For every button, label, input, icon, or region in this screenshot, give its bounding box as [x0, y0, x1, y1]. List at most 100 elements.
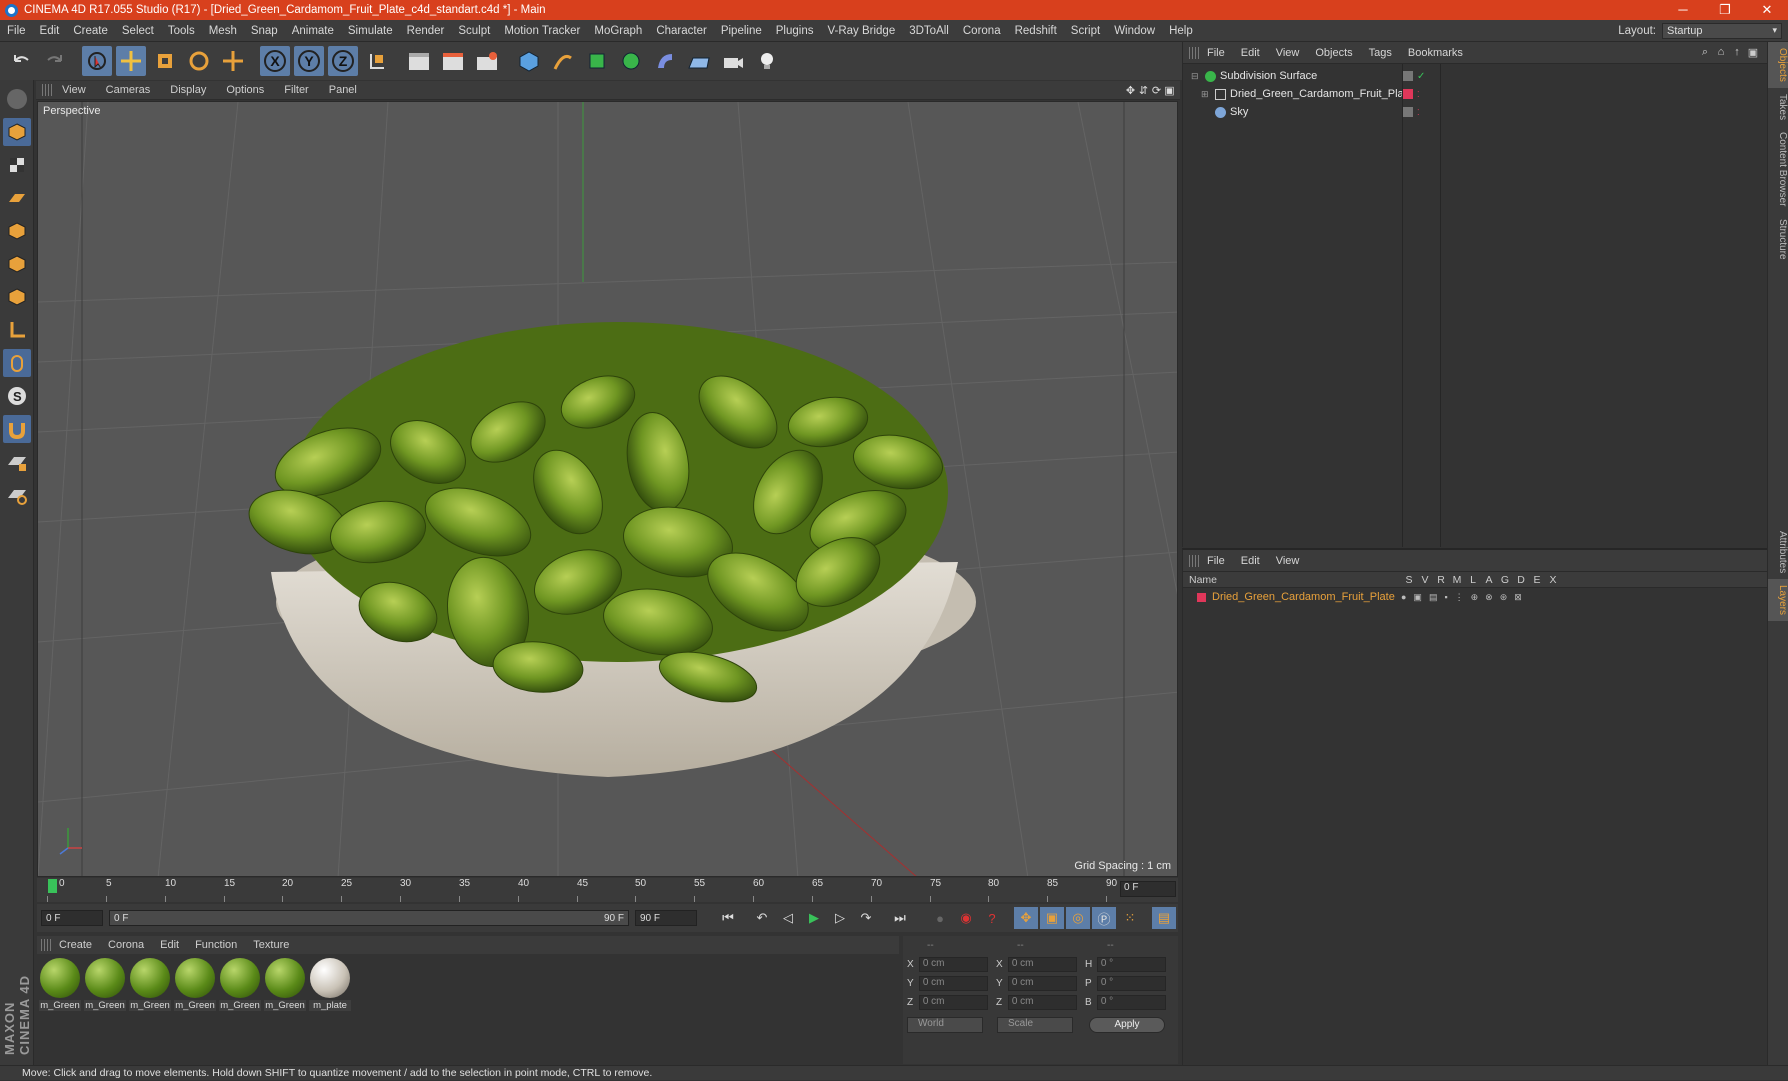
menu-render[interactable]: Render	[400, 25, 452, 37]
pos-z-field[interactable]: 0 cm	[918, 995, 988, 1010]
layout-dropdown[interactable]: Startup ▾	[1662, 22, 1782, 39]
material-swatch[interactable]: m_Green	[129, 958, 171, 1062]
tab-content-browser[interactable]: Content Browser	[1768, 126, 1788, 212]
layer-menu-edit[interactable]: Edit	[1233, 555, 1268, 567]
viewport-menu-options[interactable]: Options	[216, 84, 274, 96]
object-row[interactable]: ⊟ Subdivision Surface ✓	[1183, 67, 1767, 85]
add-array-button[interactable]	[616, 46, 646, 76]
add-spline-button[interactable]	[548, 46, 578, 76]
key-pla-button[interactable]: ⁙	[1118, 907, 1142, 929]
menu-window[interactable]: Window	[1107, 25, 1162, 37]
size-mode-dropdown[interactable]: Scale	[997, 1017, 1073, 1033]
layer-color-icon[interactable]	[1197, 592, 1206, 602]
locked-workplane-button[interactable]	[3, 448, 31, 476]
texture-mode-button[interactable]	[3, 151, 31, 179]
menu-mograph[interactable]: MoGraph	[587, 25, 649, 37]
object-row[interactable]: Sky ⁚	[1183, 103, 1767, 121]
layer-swatch-icon[interactable]	[1403, 107, 1413, 117]
size-z-field[interactable]: 0 cm	[1007, 995, 1077, 1010]
material-swatch[interactable]: m_Green	[174, 958, 216, 1062]
tab-takes[interactable]: Takes	[1768, 88, 1788, 126]
viewport-menu-panel[interactable]: Panel	[319, 84, 367, 96]
menu-sculpt[interactable]: Sculpt	[451, 25, 497, 37]
key-parameter-button[interactable]: Ⓟ	[1092, 907, 1116, 929]
layer-menu-file[interactable]: File	[1199, 555, 1233, 567]
redo-button[interactable]	[40, 46, 70, 76]
live-selection-button[interactable]	[82, 46, 112, 76]
frame-range-slider[interactable]: 0 F 90 F	[109, 910, 629, 926]
material-swatch[interactable]: m_Green	[264, 958, 306, 1062]
material-menu-create[interactable]: Create	[51, 939, 100, 951]
menu-create[interactable]: Create	[66, 25, 115, 37]
playhead[interactable]	[48, 879, 57, 893]
next-frame-button[interactable]: ▷	[828, 907, 852, 929]
material-menu-texture[interactable]: Texture	[245, 939, 297, 951]
close-button[interactable]: ✕	[1746, 2, 1788, 18]
menu-3dtoall[interactable]: 3DToAll	[902, 25, 956, 37]
render-to-picture-viewer-button[interactable]	[438, 46, 468, 76]
play-button[interactable]: ▶	[802, 907, 826, 929]
current-frame-field[interactable]: 0 F	[1120, 881, 1176, 897]
viewport-menu-cameras[interactable]: Cameras	[96, 84, 161, 96]
menu-plugins[interactable]: Plugins	[769, 25, 821, 37]
add-camera-button[interactable]	[718, 46, 748, 76]
coordinate-space-dropdown[interactable]: World	[907, 1017, 983, 1033]
pos-y-field[interactable]: 0 cm	[918, 976, 988, 991]
menu-script[interactable]: Script	[1064, 25, 1107, 37]
planar-workplane-button[interactable]	[3, 481, 31, 509]
object-menu-bookmarks[interactable]: Bookmarks	[1400, 47, 1471, 59]
menu-animate[interactable]: Animate	[285, 25, 341, 37]
make-editable-button[interactable]	[3, 85, 31, 113]
workplane-mode-button[interactable]	[3, 184, 31, 212]
restore-button[interactable]: ❐	[1704, 2, 1746, 18]
menu-redshift[interactable]: Redshift	[1008, 25, 1064, 37]
viewport-menu-filter[interactable]: Filter	[274, 84, 318, 96]
magnet-button[interactable]	[3, 415, 31, 443]
y-axis-toggle[interactable]: Y	[294, 46, 324, 76]
orbit-icon[interactable]: ⟳	[1150, 84, 1163, 97]
expand-icon[interactable]: ⊞	[1201, 89, 1211, 100]
next-key-button[interactable]: ↷	[854, 907, 878, 929]
record-button[interactable]: ◉	[954, 907, 978, 929]
search-icon[interactable]: ⌕	[1697, 46, 1713, 59]
object-row[interactable]: ⊞ Dried_Green_Cardamom_Fruit_Plate ⁚	[1183, 85, 1767, 103]
model-mode-button[interactable]	[3, 118, 31, 146]
add-deformer-button[interactable]	[650, 46, 680, 76]
go-to-end-button[interactable]: ⏭	[888, 907, 912, 929]
new-window-icon[interactable]: ▣	[1745, 46, 1761, 59]
points-mode-button[interactable]	[3, 217, 31, 245]
timeline-window-button[interactable]: ▤	[1152, 907, 1176, 929]
home-icon[interactable]: ⌂	[1713, 46, 1729, 59]
menu-character[interactable]: Character	[649, 25, 714, 37]
rot-b-field[interactable]: 0 °	[1096, 995, 1166, 1010]
menu-vray-bridge[interactable]: V-Ray Bridge	[820, 25, 902, 37]
start-frame-field[interactable]: 0 F	[41, 910, 103, 926]
object-menu-view[interactable]: View	[1268, 47, 1308, 59]
viewport-menu-view[interactable]: View	[52, 84, 96, 96]
key-rotation-button[interactable]: ◎	[1066, 907, 1090, 929]
tweak-mode-button[interactable]	[3, 349, 31, 377]
dolly-icon[interactable]: ⇵	[1137, 84, 1150, 97]
perspective-viewport[interactable]: Perspective Grid Spacing : 1 cm	[37, 101, 1178, 877]
size-x-field[interactable]: 0 cm	[1007, 957, 1077, 972]
add-cube-button[interactable]	[514, 46, 544, 76]
object-menu-edit[interactable]: Edit	[1233, 47, 1268, 59]
material-menu-edit[interactable]: Edit	[152, 939, 187, 951]
edges-mode-button[interactable]	[3, 250, 31, 278]
material-menu-function[interactable]: Function	[187, 939, 245, 951]
transform-tool-button[interactable]	[218, 46, 248, 76]
enabled-check-icon[interactable]: ✓	[1417, 71, 1425, 82]
menu-edit[interactable]: Edit	[33, 25, 67, 37]
menu-mesh[interactable]: Mesh	[202, 25, 244, 37]
rot-p-field[interactable]: 0 °	[1096, 976, 1166, 991]
render-view-button[interactable]	[404, 46, 434, 76]
object-menu-tags[interactable]: Tags	[1361, 47, 1400, 59]
add-nurbs-button[interactable]	[582, 46, 612, 76]
add-floor-button[interactable]	[684, 46, 714, 76]
menu-simulate[interactable]: Simulate	[341, 25, 400, 37]
undo-button[interactable]	[6, 46, 36, 76]
object-menu-objects[interactable]: Objects	[1307, 47, 1360, 59]
snap-button[interactable]: S	[3, 382, 31, 410]
tab-structure[interactable]: Structure	[1768, 213, 1788, 266]
rot-h-field[interactable]: 0 °	[1096, 957, 1166, 972]
